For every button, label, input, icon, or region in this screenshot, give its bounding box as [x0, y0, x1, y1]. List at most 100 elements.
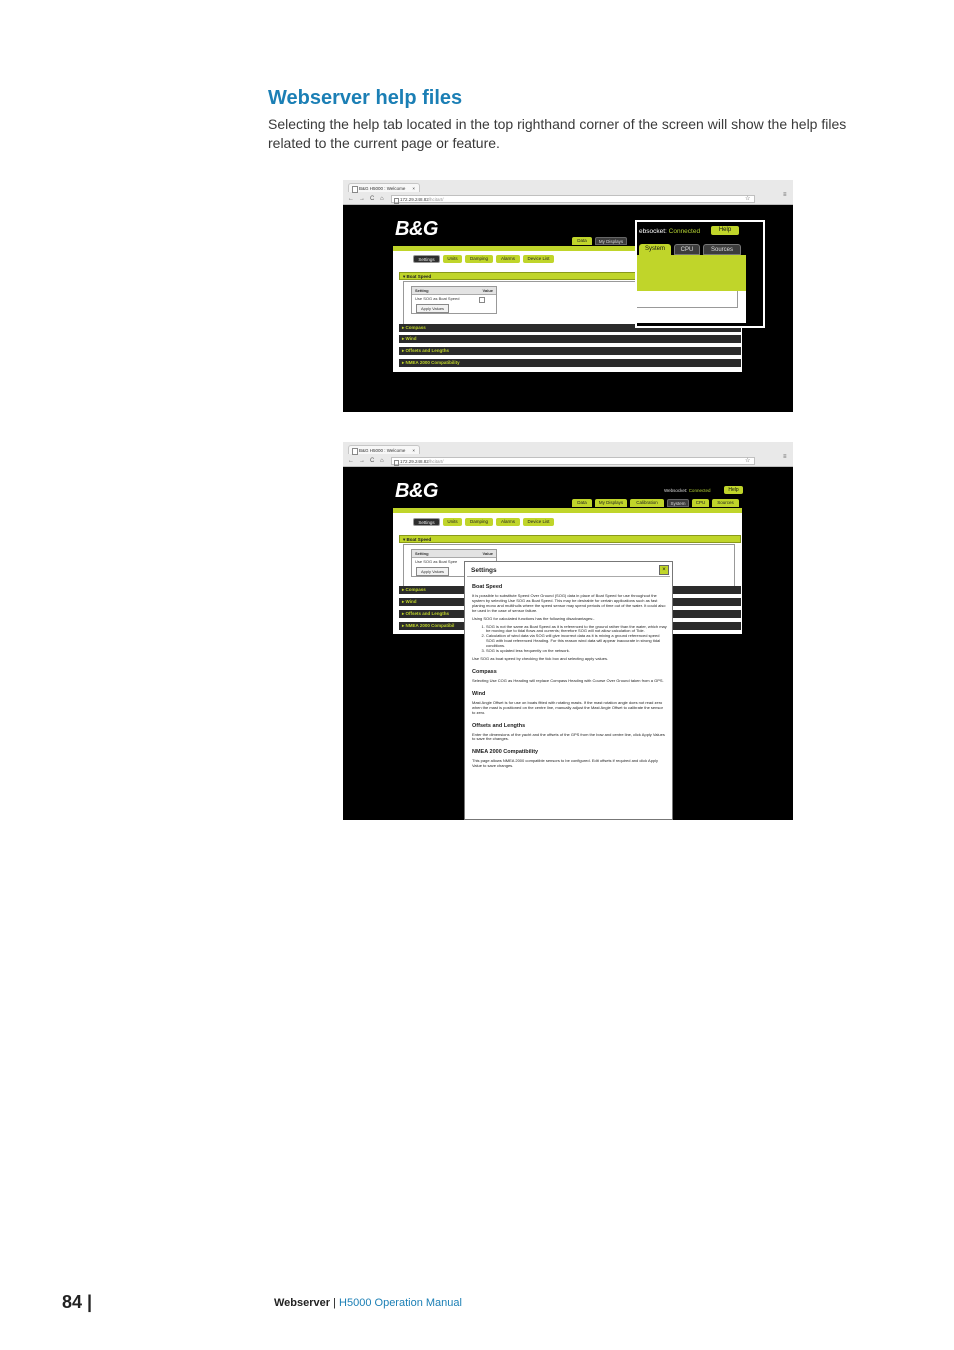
- tab-cpu[interactable]: CPU: [674, 244, 700, 255]
- tab-sources[interactable]: Sources: [712, 499, 739, 507]
- page-icon: [352, 186, 358, 193]
- tab-my-displays[interactable]: My Displays: [595, 237, 627, 245]
- reload-icon[interactable]: C: [370, 194, 374, 204]
- subtab-damping[interactable]: Damping: [465, 518, 493, 526]
- address-bar[interactable]: 172.29.248.82/hcitart/: [391, 195, 755, 204]
- back-icon[interactable]: ←: [348, 456, 354, 466]
- tab-data[interactable]: Data: [572, 499, 592, 507]
- footer-separator: |: [330, 1297, 340, 1309]
- col-value: Value: [482, 288, 493, 293]
- address-bar[interactable]: 172.29.248.82/hcitart/: [391, 457, 755, 466]
- footer-section: Webserver: [274, 1297, 331, 1309]
- row-use-sog: Use SOG as Boat Speed: [415, 296, 460, 301]
- row-use-sog: Use SOG as Boat Spee: [415, 559, 458, 564]
- help-text: Selecting Use COG as Heading will replac…: [472, 677, 664, 683]
- tab-data[interactable]: Data: [572, 237, 592, 245]
- home-icon[interactable]: ⌂: [380, 194, 384, 204]
- star-icon[interactable]: ☆: [745, 456, 750, 466]
- page-heading: Webserver help files: [268, 87, 463, 109]
- help-heading-boat-speed: Boat Speed: [472, 584, 503, 590]
- subtab-device-list[interactable]: Device List: [523, 255, 554, 263]
- col-value: Value: [482, 551, 493, 556]
- url-host: 172.29.248.82: [400, 197, 429, 202]
- browser-tab-title: B&G H5000 : Welcome: [359, 186, 406, 191]
- page-number: 84 |: [62, 1292, 93, 1312]
- help-heading-compass: Compass: [472, 668, 497, 675]
- help-list: SOG is not the same as Boat Speed as it …: [472, 624, 667, 654]
- section-offsets[interactable]: ▸ Offsets and Lengths: [399, 347, 741, 355]
- forward-icon[interactable]: →: [359, 456, 365, 466]
- tab-system[interactable]: System: [667, 499, 689, 507]
- intro-paragraph: Selecting the help tab located in the to…: [268, 116, 847, 151]
- list-item: SOG is updated less frequently on the ne…: [486, 648, 667, 654]
- tab-cpu[interactable]: CPU: [692, 499, 709, 507]
- apply-values-button[interactable]: Apply Values: [416, 567, 450, 576]
- browser-tab-title: B&G H5000 : Welcome: [359, 448, 406, 453]
- section-boat-speed[interactable]: ▾ Boat Speed: [399, 535, 741, 543]
- websocket-status: ebsocket: Connected: [639, 228, 701, 235]
- subtab-damping[interactable]: Damping: [465, 255, 493, 263]
- footer-manual-title: H5000 Operation Manual: [339, 1297, 462, 1309]
- help-heading-offsets: Offsets and Lengths: [472, 722, 526, 729]
- bg-logo: B&G: [395, 218, 438, 240]
- browser-chrome: B&G H5000 : Welcome × ← → C ⌂ 172.29.248…: [343, 180, 793, 205]
- apply-values-button[interactable]: Apply Values: [416, 304, 450, 313]
- subtab-settings[interactable]: Settings: [413, 255, 440, 263]
- help-text: This page allows NMEA 2000 compatible se…: [472, 758, 659, 769]
- list-item: Calculation of wind data via SOG will gi…: [486, 633, 667, 649]
- browser-chrome: B&G H5000 : Welcome × ← → C ⌂ 172.29.248…: [343, 442, 793, 467]
- help-dialog-title: Settings: [471, 567, 497, 574]
- menu-icon[interactable]: ≡: [783, 452, 787, 462]
- help-button[interactable]: Help: [711, 226, 739, 235]
- subtab-settings[interactable]: Settings: [413, 518, 440, 526]
- reload-icon[interactable]: C: [370, 456, 374, 466]
- close-icon[interactable]: ×: [659, 565, 669, 575]
- subtab-device-list[interactable]: Device List: [523, 518, 554, 526]
- screenshot-help-open: B&G H5000 : Welcome × ← → C ⌂ 172.29.248…: [343, 442, 793, 820]
- popup-body: [637, 255, 746, 323]
- browser-tab[interactable]: B&G H5000 : Welcome ×: [348, 183, 420, 193]
- section-nmea[interactable]: ▸ NMEA 2000 Compatibility: [399, 359, 741, 367]
- help-heading-wind: Wind: [472, 690, 486, 697]
- page-footer: Webserver | H5000 Operation Manual: [274, 1297, 462, 1309]
- col-setting: Setting: [415, 551, 429, 556]
- page-icon: [394, 459, 399, 466]
- help-text: It is possible to substitute Speed Over …: [472, 593, 666, 613]
- url-path: /hcitart/: [428, 197, 444, 202]
- tab-my-displays[interactable]: My Displays: [595, 499, 627, 507]
- help-text: Using SOG for calculated functions has t…: [472, 615, 595, 621]
- menu-icon[interactable]: ≡: [783, 190, 787, 200]
- help-button[interactable]: Help: [724, 486, 743, 494]
- close-icon[interactable]: ×: [412, 446, 415, 455]
- close-icon[interactable]: ×: [412, 184, 415, 193]
- bg-logo: B&G: [395, 480, 438, 502]
- page-icon: [352, 448, 358, 455]
- browser-tab[interactable]: B&G H5000 : Welcome ×: [348, 445, 420, 455]
- tab-system[interactable]: System: [639, 244, 671, 255]
- zoomed-help-callout: ebsocket: Connected Help System CPU Sour…: [635, 220, 765, 328]
- subtab-alarms[interactable]: Alarms: [496, 518, 520, 526]
- websocket-status: Websocket: Connected: [664, 488, 711, 493]
- settings-table: Setting Value Use SOG as Boat Speed Apply…: [411, 286, 497, 314]
- home-icon[interactable]: ⌂: [380, 456, 384, 466]
- subtab-units[interactable]: Units: [443, 518, 462, 526]
- help-heading-nmea: NMEA 2000 Compatibility: [472, 749, 539, 756]
- url-path: /hcitart/: [428, 459, 444, 464]
- tab-calibration[interactable]: Calibration: [630, 499, 664, 507]
- subtab-alarms[interactable]: Alarms: [496, 255, 520, 263]
- tab-sources[interactable]: Sources: [703, 244, 741, 255]
- help-content: Boat Speed It is possible to substitute …: [472, 584, 667, 772]
- subtab-units[interactable]: Units: [443, 255, 462, 263]
- help-text: Use SOG as boat speed by checking the ti…: [472, 655, 609, 661]
- panel-top-bar: [393, 508, 742, 513]
- help-text: Enter the dimensions of the yacht and th…: [472, 731, 665, 742]
- back-icon[interactable]: ←: [348, 194, 354, 204]
- star-icon[interactable]: ☆: [745, 194, 750, 204]
- help-dialog: Settings × Boat Speed It is possible to …: [464, 561, 673, 820]
- section-wind[interactable]: ▸ Wind: [399, 335, 741, 343]
- col-setting: Setting: [415, 288, 429, 293]
- url-host: 172.29.248.82: [400, 459, 429, 464]
- forward-icon[interactable]: →: [359, 194, 365, 204]
- screenshot-help-menu: B&G H5000 : Welcome × ← → C ⌂ 172.29.248…: [343, 180, 793, 412]
- help-text: Mast Angle Offset is for use on boats fi…: [472, 699, 663, 715]
